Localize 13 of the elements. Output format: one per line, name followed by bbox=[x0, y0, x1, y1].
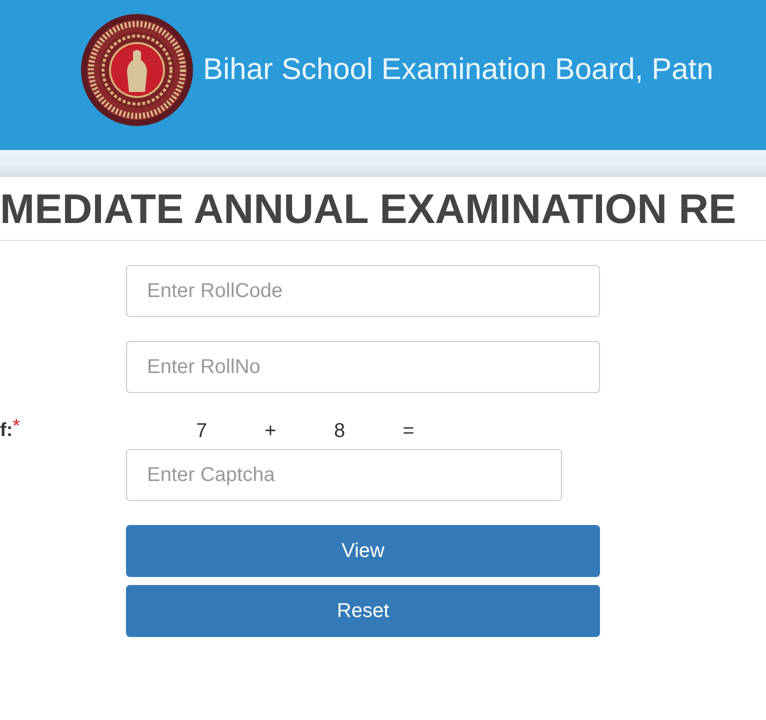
captcha-term: = bbox=[402, 419, 414, 444]
board-title: Bihar School Examination Board, Patn bbox=[203, 55, 714, 85]
page-heading: MEDIATE ANNUAL EXAMINATION RE bbox=[0, 188, 736, 230]
captcha-input-field[interactable]: Enter Captcha bbox=[126, 449, 562, 501]
captcha-label: f: bbox=[0, 418, 13, 443]
required-mark: * bbox=[12, 416, 20, 436]
view-button[interactable]: View bbox=[126, 525, 600, 577]
captcha-term: 7 bbox=[196, 419, 208, 444]
captcha-term: + bbox=[264, 419, 276, 444]
captcha-term: 8 bbox=[334, 419, 346, 444]
reset-button[interactable]: Reset bbox=[126, 585, 600, 637]
text-input-field[interactable]: Enter RollNo bbox=[126, 341, 600, 393]
text-input-field[interactable]: Enter RollCode bbox=[126, 265, 600, 317]
